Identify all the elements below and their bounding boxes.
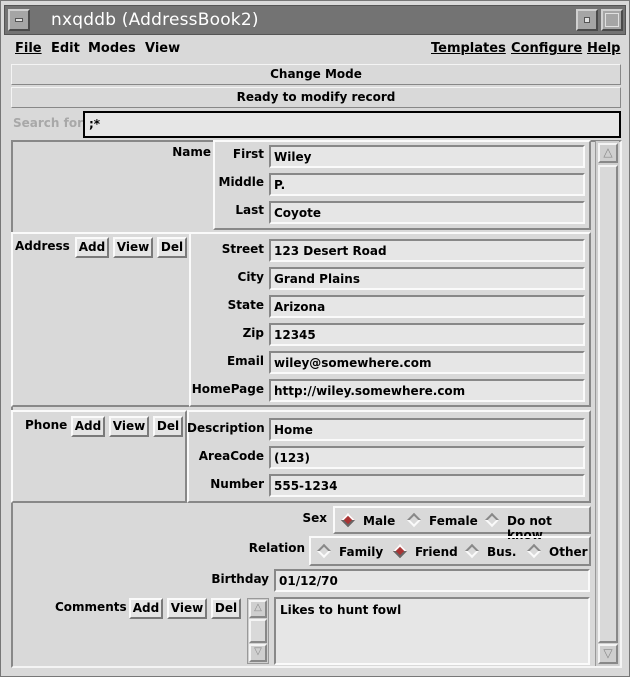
comments-del-button[interactable]: Del	[211, 598, 241, 619]
comments-label: Comments	[55, 600, 127, 614]
phone-add-button[interactable]: Add	[71, 416, 105, 437]
menu-edit[interactable]: Edit	[51, 41, 80, 56]
sex-male-label: Male	[363, 514, 396, 528]
maximize-button[interactable]	[601, 9, 623, 31]
last-name-field[interactable]: Coyote	[269, 201, 585, 224]
state-label: State	[227, 298, 264, 312]
sex-male-radio[interactable]	[340, 512, 356, 528]
relation-other-label: Other	[549, 545, 588, 559]
birthday-field[interactable]: 01/12/70	[274, 569, 590, 592]
zip-field[interactable]: 12345	[269, 323, 585, 346]
comments-add-button[interactable]: Add	[129, 598, 163, 619]
phone-label: Phone	[25, 418, 68, 432]
relation-radio-group: Family Friend Bus. Other	[309, 536, 591, 566]
relation-business-radio[interactable]	[464, 543, 480, 559]
street-field[interactable]: 123 Desert Road	[269, 239, 585, 262]
relation-friend-radio[interactable]	[392, 543, 408, 559]
middle-label: Middle	[218, 175, 265, 189]
vertical-scrollbar[interactable]: △ ▽	[595, 141, 619, 666]
city-label: City	[237, 270, 264, 284]
sex-female-radio[interactable]	[406, 512, 422, 528]
search-label: Search for	[13, 116, 84, 130]
minimize-icon	[584, 17, 590, 23]
email-field[interactable]: wiley@somewhere.com	[269, 351, 585, 374]
street-label: Street	[221, 242, 264, 256]
application-window: nxqddb (AddressBook2) File Edit Modes Vi…	[0, 0, 630, 677]
scroll-down-arrow-icon[interactable]: ▽	[598, 644, 618, 664]
address-add-button[interactable]: Add	[75, 237, 109, 258]
sex-unknown-radio[interactable]	[484, 512, 500, 528]
window-menu-icon	[15, 18, 23, 22]
relation-business-label: Bus.	[487, 545, 517, 559]
homepage-label: HomePage	[191, 382, 264, 396]
phone-del-button[interactable]: Del	[153, 416, 183, 437]
relation-family-label: Family	[339, 545, 384, 559]
address-label: Address	[15, 239, 70, 253]
menu-modes[interactable]: Modes	[88, 41, 136, 56]
birthday-label: Birthday	[211, 572, 269, 586]
homepage-field[interactable]: http://wiley.somewhere.com	[269, 379, 585, 402]
areacode-label: AreaCode	[198, 449, 264, 463]
state-field[interactable]: Arizona	[269, 295, 585, 318]
name-label: Name	[172, 145, 211, 159]
window-menu-button[interactable]	[8, 9, 30, 31]
menu-view[interactable]: View	[145, 41, 180, 56]
first-name-field[interactable]: Wiley	[269, 145, 585, 168]
menu-templates[interactable]: Templates	[431, 41, 506, 56]
comments-scrollbar[interactable]: △ ▽	[247, 598, 269, 664]
first-label: First	[232, 147, 264, 161]
menu-file[interactable]: File	[15, 41, 42, 56]
address-controls	[11, 232, 191, 407]
last-label: Last	[235, 203, 264, 217]
menu-help[interactable]: Help	[587, 41, 620, 56]
number-field[interactable]: 555-1234	[269, 474, 585, 497]
phone-view-button[interactable]: View	[109, 416, 149, 437]
comments-scroll-thumb[interactable]	[249, 619, 267, 643]
window-title: nxqddb (AddressBook2)	[51, 10, 259, 30]
areacode-field[interactable]: (123)	[269, 446, 585, 469]
zip-label: Zip	[242, 326, 264, 340]
comments-scroll-up-icon[interactable]: △	[249, 600, 267, 618]
number-label: Number	[210, 477, 264, 491]
address-view-button[interactable]: View	[113, 237, 153, 258]
description-field[interactable]: Home	[269, 418, 585, 441]
status-message: Ready to modify record	[11, 87, 621, 108]
city-field[interactable]: Grand Plains	[269, 267, 585, 290]
description-label: Description	[187, 421, 265, 435]
sex-female-label: Female	[429, 514, 478, 528]
relation-label: Relation	[248, 541, 305, 555]
comments-scroll-down-icon[interactable]: ▽	[249, 644, 267, 662]
minimize-button[interactable]	[576, 9, 598, 31]
maximize-icon	[605, 13, 619, 27]
search-input[interactable]: ;*	[83, 111, 621, 138]
sex-radio-group: Male Female Do not know	[333, 506, 591, 542]
comments-textarea[interactable]: Likes to hunt fowl	[274, 597, 590, 665]
relation-friend-label: Friend	[415, 545, 458, 559]
scrollbar-thumb[interactable]	[598, 165, 618, 643]
scroll-up-arrow-icon[interactable]: △	[598, 143, 618, 163]
sex-label: Sex	[302, 511, 327, 525]
email-label: Email	[226, 354, 264, 368]
address-del-button[interactable]: Del	[157, 237, 187, 258]
title-bar[interactable]: nxqddb (AddressBook2)	[4, 5, 626, 35]
comments-view-button[interactable]: View	[167, 598, 207, 619]
relation-other-radio[interactable]	[526, 543, 542, 559]
change-mode-bar[interactable]: Change Mode	[11, 64, 621, 85]
menu-configure[interactable]: Configure	[511, 41, 582, 56]
relation-family-radio[interactable]	[316, 543, 332, 559]
middle-name-field[interactable]: P.	[269, 173, 585, 196]
